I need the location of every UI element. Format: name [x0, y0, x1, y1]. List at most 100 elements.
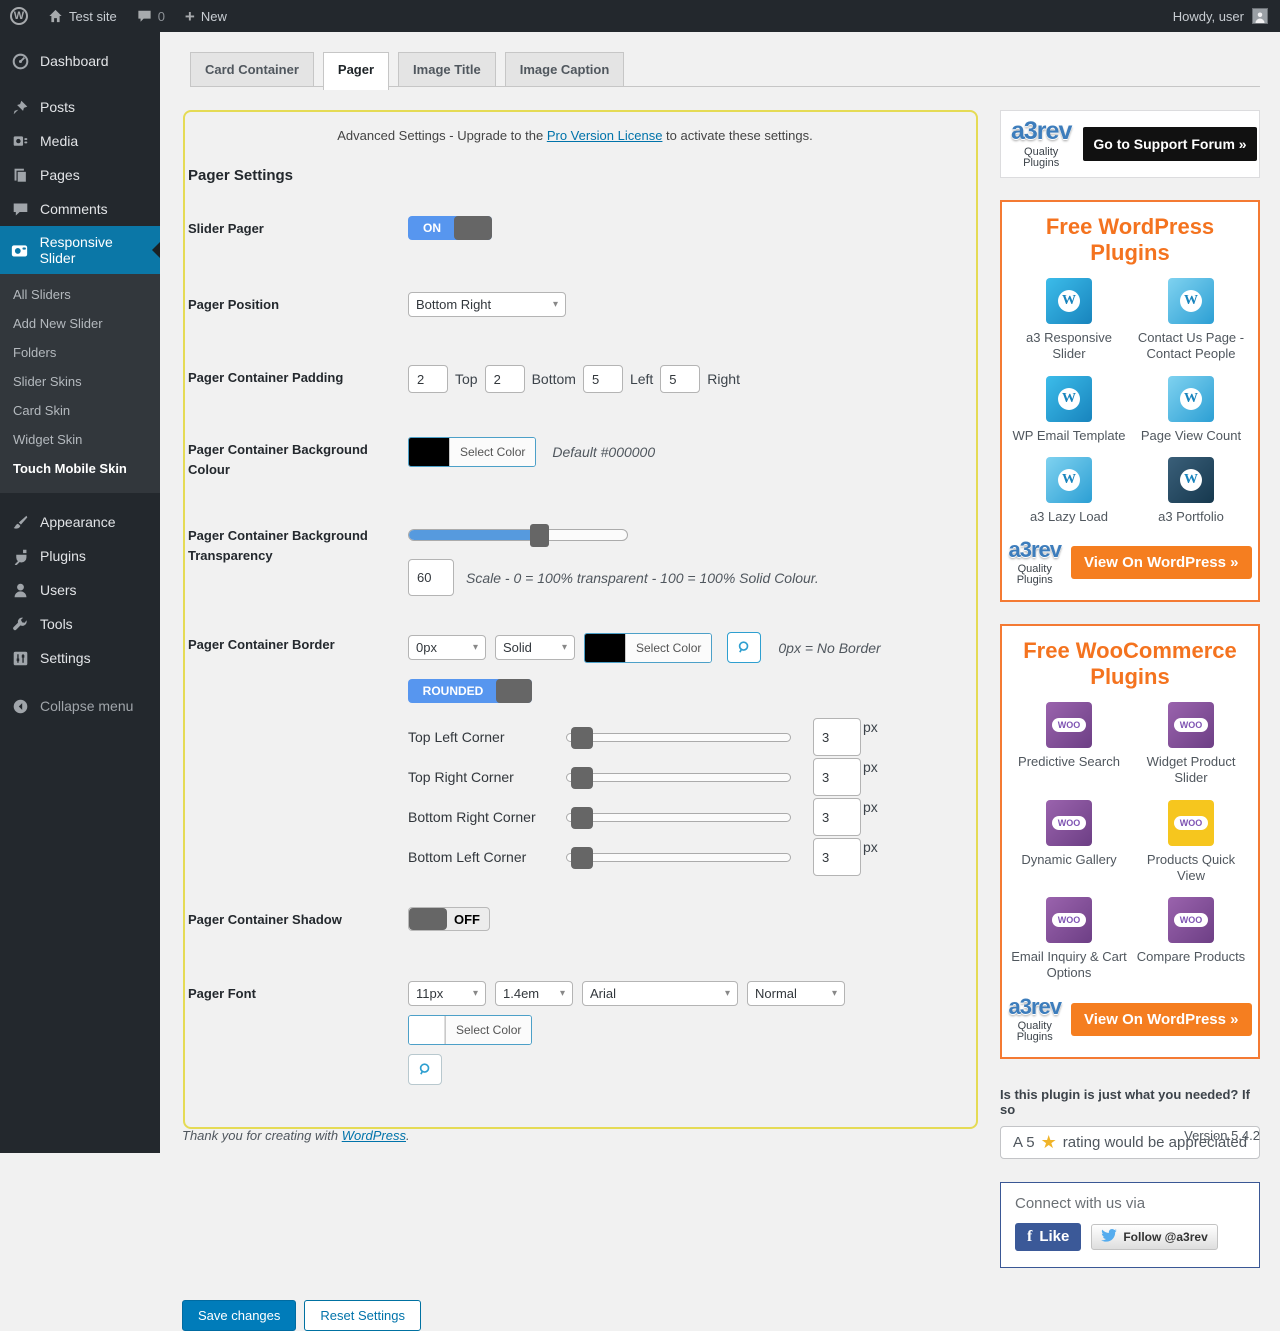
- save-changes-button[interactable]: Save changes: [182, 1300, 296, 1331]
- toggle-knob[interactable]: [409, 908, 447, 930]
- sidebar-item-posts[interactable]: Posts: [0, 90, 160, 124]
- tab-pager[interactable]: Pager: [323, 52, 389, 90]
- plugin-page-view-count[interactable]: W Page View Count: [1132, 376, 1250, 444]
- collapse-menu-button[interactable]: Collapse menu: [0, 689, 160, 723]
- sidebar-item-pages[interactable]: Pages: [0, 158, 160, 192]
- rounded-toggle[interactable]: ROUNDED: [408, 679, 532, 703]
- toggle-knob[interactable]: [496, 679, 532, 703]
- user-avatar: [1252, 8, 1268, 24]
- top-left-corner-input[interactable]: [813, 718, 861, 756]
- tab-image-caption[interactable]: Image Caption: [505, 52, 625, 86]
- plugin-widget-product-slider[interactable]: WOO Widget Product Slider: [1132, 702, 1250, 787]
- border-width-select[interactable]: 0px: [408, 635, 486, 660]
- toggle-knob[interactable]: [454, 216, 492, 240]
- submenu-slider-skins[interactable]: Slider Skins: [0, 367, 160, 396]
- bg-select-color-button[interactable]: Select Color: [449, 438, 535, 466]
- plugin-email-inquiry-cart-options[interactable]: WOO Email Inquiry & Cart Options: [1010, 897, 1128, 982]
- shadow-toggle[interactable]: OFF: [408, 907, 490, 931]
- a3rev-logo: a3rev Quality Plugins: [1008, 996, 1061, 1043]
- border-select-color-button[interactable]: Select Color: [625, 634, 711, 662]
- slider-handle[interactable]: [571, 767, 593, 789]
- submenu-card-skin[interactable]: Card Skin: [0, 396, 160, 425]
- pushpin-icon: [10, 99, 30, 116]
- bg-colour-picker[interactable]: Select Color: [408, 437, 536, 467]
- top-left-corner-slider[interactable]: [566, 733, 791, 742]
- sidebar-item-tools[interactable]: Tools: [0, 607, 160, 641]
- plugin-dynamic-gallery[interactable]: WOO Dynamic Gallery: [1010, 800, 1128, 885]
- slider-handle[interactable]: [571, 847, 593, 869]
- border-colour-picker[interactable]: Select Color: [584, 633, 712, 663]
- slider-handle[interactable]: [571, 807, 593, 829]
- sidebar-item-settings[interactable]: Settings: [0, 641, 160, 675]
- tab-card-container[interactable]: Card Container: [190, 52, 314, 86]
- plugin-contact-us-page[interactable]: W Contact Us Page - Contact People: [1132, 278, 1250, 363]
- bottom-left-corner-slider[interactable]: [566, 853, 791, 862]
- font-preview-button[interactable]: [408, 1054, 442, 1085]
- sidebar-item-comments[interactable]: Comments: [0, 192, 160, 226]
- main-content: Card Container Pager Image Title Image C…: [160, 32, 1280, 1153]
- transparency-slider[interactable]: [408, 529, 628, 541]
- facebook-like-button[interactable]: f Like: [1015, 1223, 1081, 1251]
- transparency-input[interactable]: [408, 559, 454, 596]
- new-content-menu[interactable]: New: [175, 0, 237, 32]
- woo-view-on-wordpress-button[interactable]: View On WordPress »: [1071, 1003, 1252, 1036]
- submenu-widget-skin[interactable]: Widget Skin: [0, 425, 160, 454]
- slider-handle[interactable]: [571, 727, 593, 749]
- plugin-wp-email-template[interactable]: W WP Email Template: [1010, 376, 1128, 444]
- slider-pager-toggle[interactable]: ON: [408, 216, 492, 240]
- pager-position-select[interactable]: Bottom Right: [408, 292, 566, 317]
- sidebar-item-dashboard[interactable]: Dashboard: [0, 44, 160, 78]
- sidebar-item-media[interactable]: Media: [0, 124, 160, 158]
- account-menu[interactable]: Howdy, user: [1161, 0, 1280, 32]
- font-family-select[interactable]: Arial: [582, 981, 738, 1006]
- sidebar-item-plugins[interactable]: Plugins: [0, 539, 160, 573]
- sidebar-item-appearance[interactable]: Appearance: [0, 505, 160, 539]
- border-preview-button[interactable]: [727, 632, 761, 663]
- plugin-products-quick-view[interactable]: WOO Products Quick View: [1132, 800, 1250, 885]
- font-weight-select[interactable]: Normal: [747, 981, 845, 1006]
- plugin-a3-portfolio[interactable]: W a3 Portfolio: [1132, 457, 1250, 525]
- site-name-link[interactable]: Test site: [38, 0, 127, 32]
- unit-px: px: [863, 798, 878, 814]
- wp-view-on-wordpress-button[interactable]: View On WordPress »: [1071, 546, 1252, 579]
- plugin-a3-responsive-slider[interactable]: W a3 Responsive Slider: [1010, 278, 1128, 363]
- submenu-touch-mobile-skin[interactable]: Touch Mobile Skin: [0, 454, 160, 483]
- border-style-select[interactable]: Solid: [495, 635, 575, 660]
- user-icon: [10, 582, 30, 599]
- padding-bottom-input[interactable]: [485, 365, 525, 393]
- top-right-corner-slider[interactable]: [566, 773, 791, 782]
- support-forum-button[interactable]: Go to Support Forum »: [1083, 127, 1256, 161]
- bottom-right-corner-input[interactable]: [813, 798, 861, 836]
- sidebar-item-responsive-slider[interactable]: Responsive Slider: [0, 226, 160, 274]
- padding-right-unit: Right: [707, 371, 740, 387]
- transparency-slider-handle[interactable]: [530, 524, 549, 547]
- wordpress-link[interactable]: WordPress: [342, 1128, 406, 1143]
- padding-top-input[interactable]: [408, 365, 448, 393]
- padding-right-input[interactable]: [660, 365, 700, 393]
- line-height-select[interactable]: 1.4em: [495, 981, 573, 1006]
- wp-email-template-icon: W: [1046, 376, 1092, 422]
- site-name-label: Test site: [69, 9, 117, 24]
- plugin-predictive-search[interactable]: WOO Predictive Search: [1010, 702, 1128, 787]
- bottom-right-corner-slider[interactable]: [566, 813, 791, 822]
- reset-settings-button[interactable]: Reset Settings: [304, 1300, 421, 1331]
- submenu-add-new-slider[interactable]: Add New Slider: [0, 309, 160, 338]
- plus-icon: [185, 8, 195, 25]
- padding-left-input[interactable]: [583, 365, 623, 393]
- plugin-compare-products[interactable]: WOO Compare Products: [1132, 897, 1250, 982]
- font-select-color-button[interactable]: Select Color: [445, 1016, 531, 1044]
- comments-bubble[interactable]: 0: [127, 0, 175, 32]
- plugin-a3-lazy-load[interactable]: W a3 Lazy Load: [1010, 457, 1128, 525]
- twitter-follow-button[interactable]: Follow @a3rev: [1091, 1224, 1217, 1250]
- border-note: 0px = No Border: [778, 640, 880, 656]
- bottom-left-corner-input[interactable]: [813, 838, 861, 876]
- font-colour-picker[interactable]: Select Color: [408, 1015, 532, 1045]
- submenu-folders[interactable]: Folders: [0, 338, 160, 367]
- wp-logo-menu[interactable]: W: [0, 0, 38, 32]
- submenu-all-sliders[interactable]: All Sliders: [0, 280, 160, 309]
- sidebar-item-users[interactable]: Users: [0, 573, 160, 607]
- top-right-corner-input[interactable]: [813, 758, 861, 796]
- pro-version-license-link[interactable]: Pro Version License: [547, 128, 663, 143]
- tab-image-title[interactable]: Image Title: [398, 52, 496, 86]
- font-size-select[interactable]: 11px: [408, 981, 486, 1006]
